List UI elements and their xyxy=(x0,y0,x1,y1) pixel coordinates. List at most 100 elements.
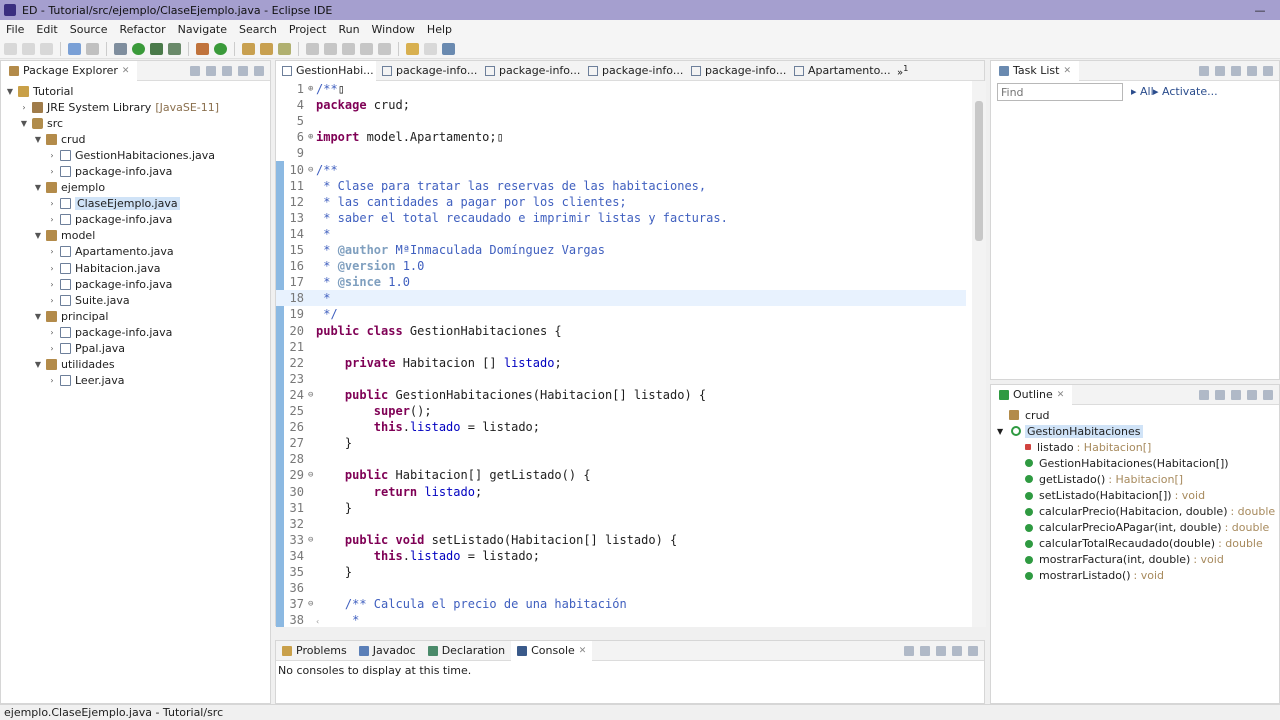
menu-refactor[interactable]: Refactor xyxy=(114,23,172,36)
tree-item[interactable]: ▼ src xyxy=(1,115,270,131)
outline-item[interactable]: mostrarListado(): void xyxy=(991,568,1279,584)
horizontal-scrollbar[interactable]: ‹ xyxy=(316,617,956,627)
outline-item[interactable]: ▼ GestionHabitaciones xyxy=(991,423,1279,439)
editor-tab[interactable]: package-info... xyxy=(376,61,479,81)
code-line[interactable]: 27 } xyxy=(276,435,966,451)
code-line[interactable]: 34 this. listado = listado; xyxy=(276,548,966,564)
back-icon[interactable] xyxy=(360,42,373,55)
menu-project[interactable]: Project xyxy=(283,23,333,36)
find-input[interactable] xyxy=(997,83,1123,101)
tree-item[interactable]: › package-info.java xyxy=(1,212,270,228)
chevron-right-icon[interactable]: › xyxy=(47,215,57,224)
back-navigate-icon[interactable] xyxy=(406,42,419,55)
forward-navigate-icon[interactable] xyxy=(424,42,437,55)
vertical-scrollbar[interactable] xyxy=(972,81,986,627)
menu-help[interactable]: Help xyxy=(421,23,458,36)
new-task-icon[interactable] xyxy=(1199,65,1209,76)
pin-console-icon[interactable] xyxy=(904,645,914,656)
editor-tab[interactable]: Apartamento... xyxy=(788,61,891,81)
run-icon[interactable] xyxy=(132,42,145,55)
outline-item[interactable]: setListado(Habitacion[]): void xyxy=(991,487,1279,503)
tree-item[interactable]: › Leer.java xyxy=(1,373,270,389)
maximize-view-icon[interactable] xyxy=(254,65,264,76)
bottom-tab-problems[interactable]: Problems xyxy=(276,641,353,661)
chevron-right-icon[interactable]: › xyxy=(47,280,57,289)
package-explorer-tab[interactable]: Package Explorer ✕ xyxy=(1,60,138,81)
sort-icon[interactable] xyxy=(1199,389,1209,400)
editor-tab[interactable]: GestionHabi...✕ xyxy=(276,60,376,81)
new-java-project-icon[interactable] xyxy=(196,42,209,55)
chevron-down-icon[interactable]: ▼ xyxy=(19,119,29,128)
editor-tab[interactable]: package-info... xyxy=(479,61,582,81)
chevron-down-icon[interactable]: ▼ xyxy=(33,360,43,369)
display-console-icon[interactable] xyxy=(920,645,930,656)
menu-source[interactable]: Source xyxy=(64,23,114,36)
view-menu-icon[interactable] xyxy=(1263,389,1273,400)
minimize-view-icon[interactable] xyxy=(952,645,962,656)
code-line[interactable]: 10 ⊖/** xyxy=(276,162,966,178)
link-with-editor-icon[interactable] xyxy=(206,65,216,76)
tree-item[interactable]: › Apartamento.java xyxy=(1,244,270,260)
chevron-down-icon[interactable]: ▼ xyxy=(5,87,15,96)
minimize-view-icon[interactable] xyxy=(238,65,248,76)
chevron-right-icon[interactable]: › xyxy=(47,199,57,208)
fold-marker[interactable]: ⊖ xyxy=(308,532,316,548)
hide-static-icon[interactable] xyxy=(1231,389,1241,400)
debug-icon[interactable] xyxy=(114,42,127,55)
task-list-tab[interactable]: Task List ✕ xyxy=(991,60,1080,81)
tree-item[interactable]: › Ppal.java xyxy=(1,341,270,357)
code-line[interactable]: 11 * Clase para tratar las reservas de l… xyxy=(276,178,966,194)
tree-item[interactable]: › GestionHabitaciones.java xyxy=(1,147,270,163)
code-line[interactable]: 20 public class GestionHabitaciones { xyxy=(276,323,966,339)
scrollbar-thumb[interactable] xyxy=(975,101,983,241)
outline-item[interactable]: GestionHabitaciones(Habitacion[]) xyxy=(991,455,1279,471)
tree-item[interactable]: ▼ crud xyxy=(1,131,270,147)
menu-edit[interactable]: Edit xyxy=(30,23,63,36)
chevron-right-icon[interactable]: › xyxy=(47,296,57,305)
open-console-icon[interactable] xyxy=(936,645,946,656)
tree-item[interactable]: ▼ utilidades xyxy=(1,357,270,373)
code-line[interactable]: 28 xyxy=(276,451,966,467)
save-icon[interactable] xyxy=(22,42,35,55)
menu-search[interactable]: Search xyxy=(233,23,283,36)
tree-item[interactable]: › ClaseEjemplo.java xyxy=(1,196,270,212)
focus-icon[interactable] xyxy=(1231,65,1241,76)
code-line[interactable]: 12 * las cantidades a pagar por los clie… xyxy=(276,194,966,210)
code-line[interactable]: 24 ⊖ public GestionHabitaciones(Habitacio… xyxy=(276,387,966,403)
tree-item[interactable]: ▼ principal xyxy=(1,308,270,324)
new-class-icon[interactable] xyxy=(214,42,227,55)
fold-marker[interactable]: ⊖ xyxy=(308,467,316,483)
bottom-tab-console[interactable]: Console ✕ xyxy=(511,640,593,661)
all-filter-link[interactable]: ▸ All xyxy=(1131,85,1154,98)
close-icon[interactable]: ✕ xyxy=(1063,66,1071,76)
chevron-down-icon[interactable]: ▼ xyxy=(33,135,43,144)
categorize-icon[interactable] xyxy=(1215,65,1225,76)
code-line[interactable]: 17 * @since 1.0 xyxy=(276,274,966,290)
outline-item[interactable]: calcularPrecioAPagar(int, double): doubl… xyxy=(991,520,1279,536)
chevron-right-icon[interactable]: › xyxy=(19,103,29,112)
tree-item[interactable]: › Habitacion.java xyxy=(1,260,270,276)
close-icon[interactable]: ✕ xyxy=(1057,390,1065,400)
fold-marker[interactable]: ⊖ xyxy=(308,162,316,178)
editor-tab[interactable]: package-info... xyxy=(685,61,788,81)
open-type-icon[interactable] xyxy=(242,42,255,55)
hide-non-public-icon[interactable] xyxy=(1247,389,1257,400)
code-line[interactable]: 23 xyxy=(276,371,966,387)
code-line[interactable]: 4 package crud; xyxy=(276,97,966,113)
chevron-down-icon[interactable]: ▼ xyxy=(33,312,43,321)
code-line[interactable]: 14 * xyxy=(276,226,966,242)
maximize-view-icon[interactable] xyxy=(968,645,978,656)
code-line[interactable]: 36 xyxy=(276,580,966,596)
save-all-icon[interactable] xyxy=(40,42,53,55)
minimize-button[interactable]: — xyxy=(1240,4,1280,17)
code-line[interactable]: 25 super (); xyxy=(276,403,966,419)
tree-item[interactable]: › package-info.java xyxy=(1,324,270,340)
skip-breakpoints-icon[interactable] xyxy=(86,42,99,55)
code-line[interactable]: 1 ⊕/** ▯ xyxy=(276,81,966,97)
code-line[interactable]: 21 xyxy=(276,339,966,355)
chevron-down-icon[interactable]: ▼ xyxy=(997,427,1007,436)
code-line[interactable]: 18 * xyxy=(276,290,966,307)
activate-link[interactable]: ▸ Activate... xyxy=(1153,85,1218,98)
fold-marker[interactable]: ⊖ xyxy=(308,387,316,403)
new-icon[interactable] xyxy=(4,42,17,55)
